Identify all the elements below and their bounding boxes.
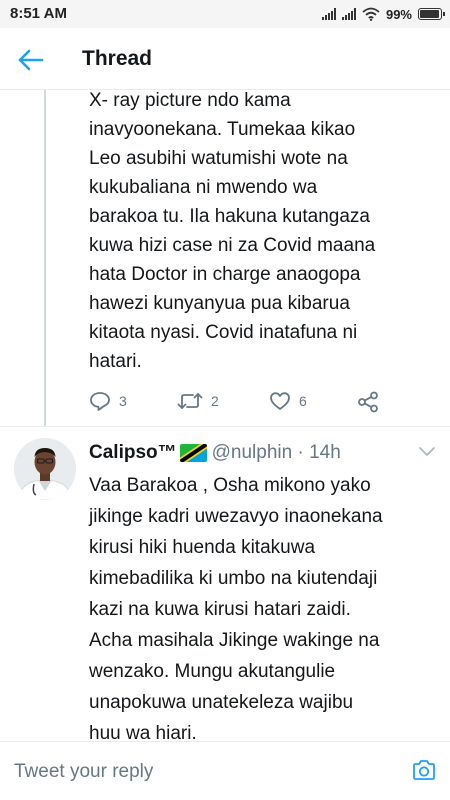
like-button[interactable]: 6 [269,391,307,411]
reply-button[interactable]: 3 [89,391,127,411]
like-count: 6 [299,393,307,409]
tweet-actions: 3 2 6 [89,391,419,417]
retweet-count: 2 [211,393,219,409]
tanzania-flag-icon [179,444,207,462]
thread-connector-line [44,90,46,426]
tweet-text: Vaa Barakoa , Osha mikono yako jikinge k… [89,475,383,744]
reply-input[interactable] [14,758,364,786]
reply-icon [90,392,110,411]
battery-level [420,10,439,18]
signal-icon [321,8,336,20]
top-app-bar: Thread [0,28,450,90]
avatar[interactable] [14,438,76,500]
share-icon [358,391,378,413]
retweet-icon [177,393,203,409]
share-button[interactable] [357,391,379,413]
arrow-left-icon[interactable] [16,47,44,73]
camera-icon[interactable] [412,759,436,781]
status-bar: 8:51 AM 99% [0,0,450,28]
avatar-photo [14,438,76,500]
reply-count: 3 [119,393,127,409]
reply-composer [0,741,450,800]
heart-icon [270,392,290,410]
retweet-button[interactable]: 2 [177,391,219,411]
chevron-down-icon[interactable] [418,446,436,458]
author-name: Calipso™ [89,442,177,463]
wifi-icon [362,7,380,21]
author-handle-time: @nulphin · 14h [211,442,341,463]
status-time: 8:51 AM [10,5,67,22]
battery-icon [418,8,445,20]
tweet-author-line[interactable]: Calipso™ @nulphin · 14h [89,440,429,466]
signal-icon-2 [341,8,356,20]
tweet-text: X- ray picture ndo kama inavyoonekana. T… [89,90,376,372]
battery-percent: 99% [385,6,412,22]
page-title: Thread [82,47,153,70]
tweet-divider [0,426,450,427]
status-icons: 99% [321,5,445,23]
